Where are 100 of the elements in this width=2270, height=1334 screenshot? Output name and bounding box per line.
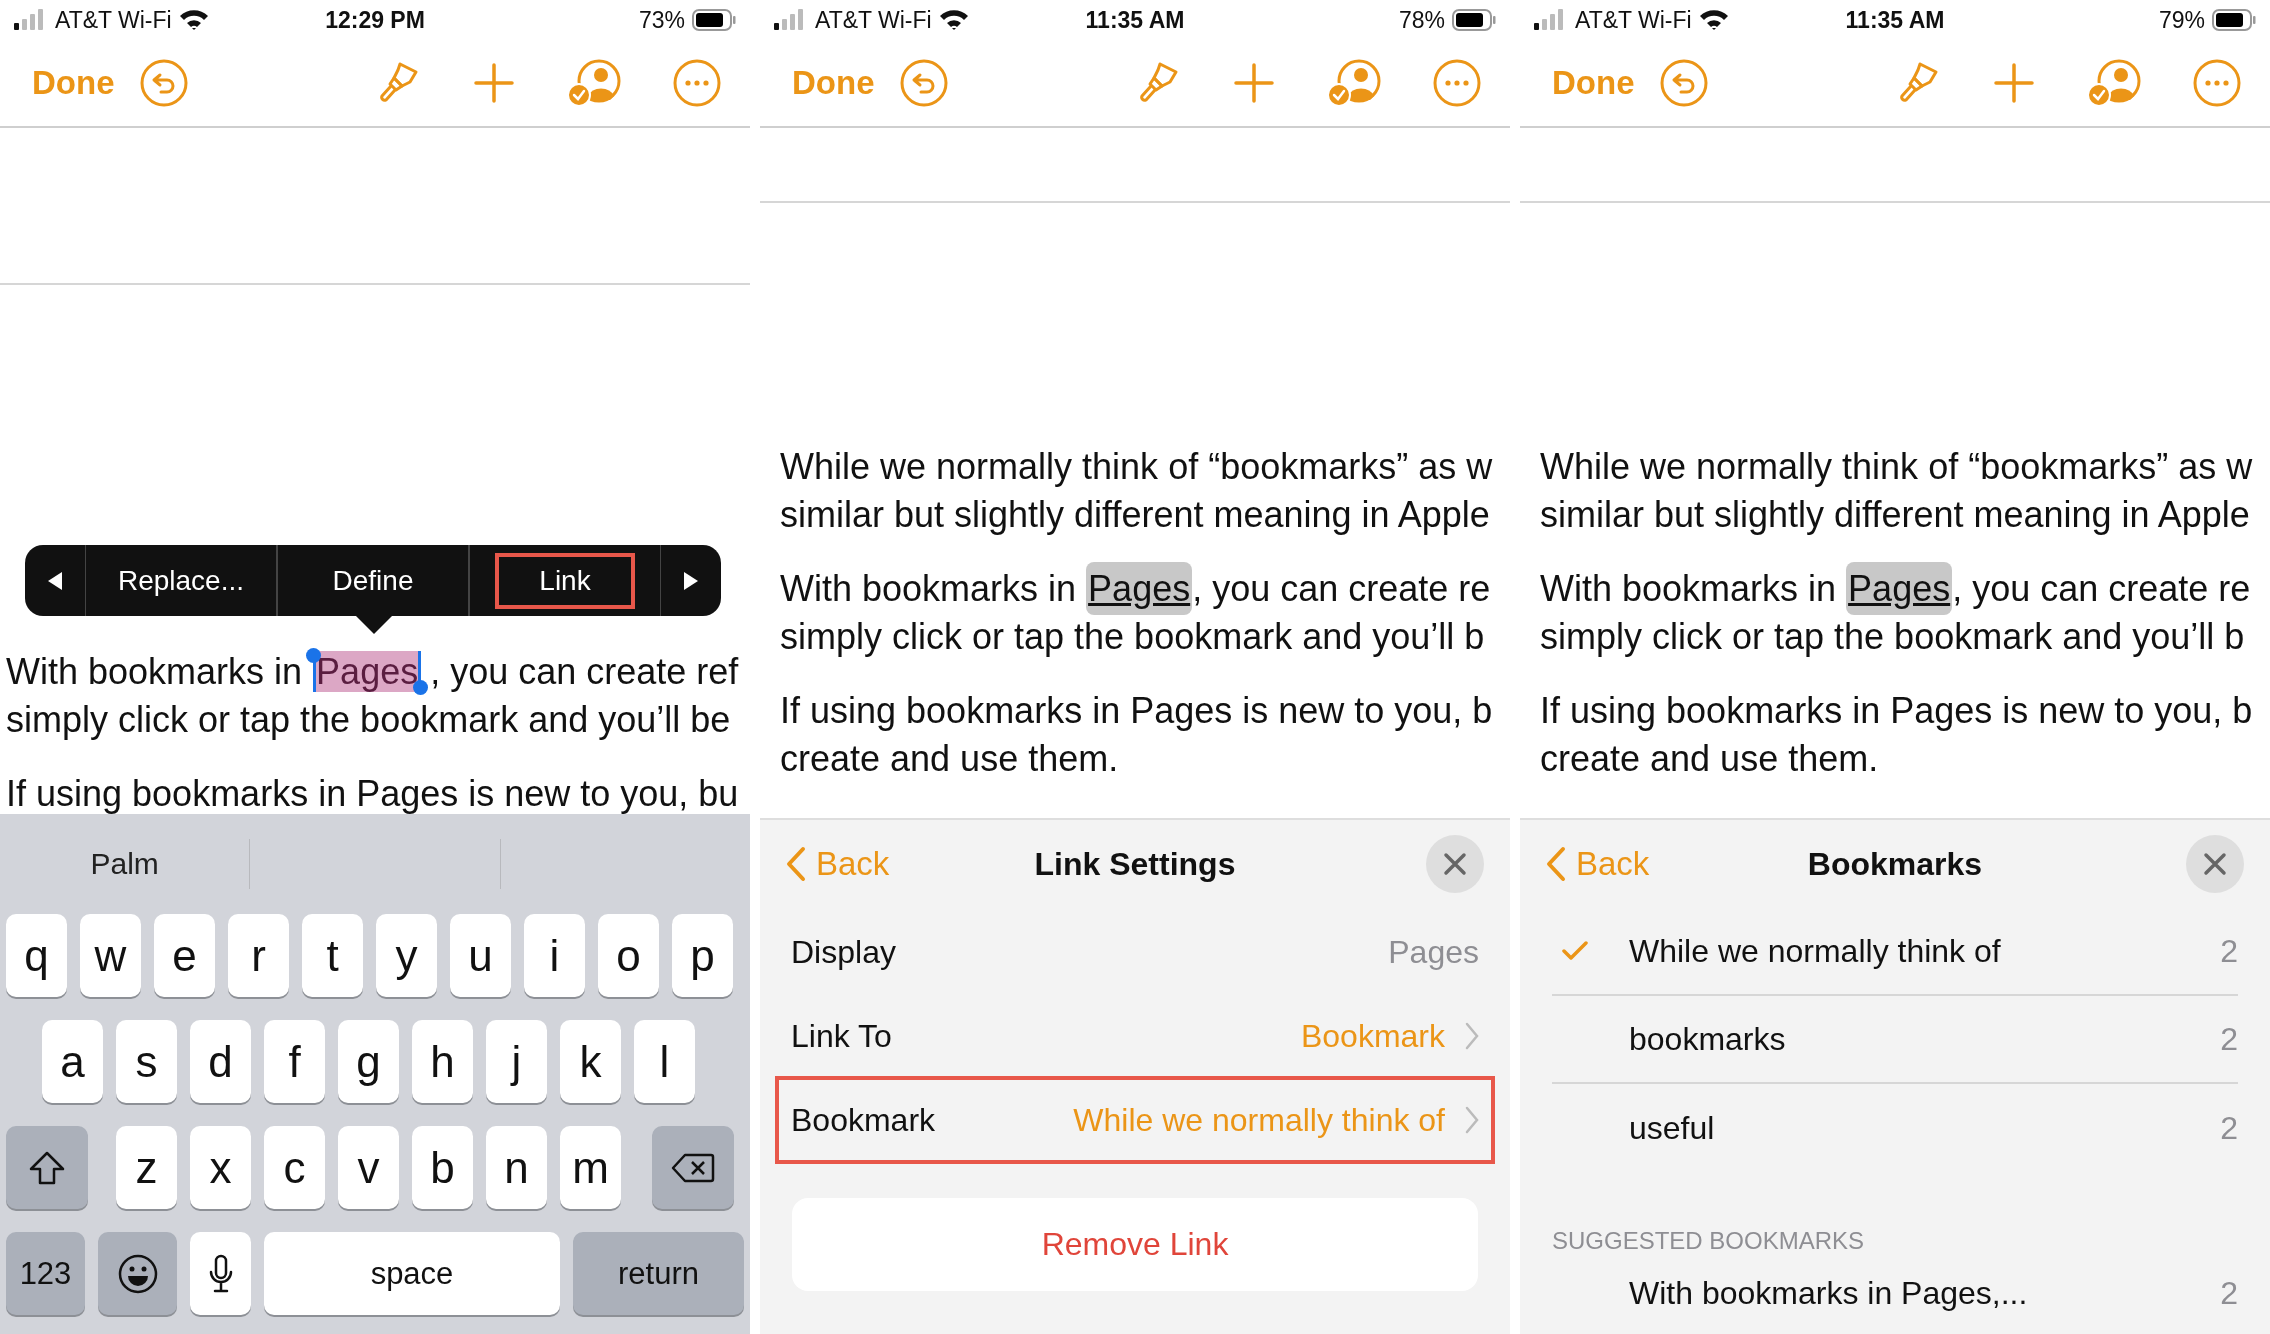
- key[interactable]: h: [412, 1020, 473, 1103]
- more-button[interactable]: [672, 58, 722, 108]
- bookmark-count: 2: [2220, 932, 2238, 970]
- wifi-icon: [178, 9, 209, 31]
- menu-item[interactable]: Define: [318, 554, 428, 607]
- plus-icon: [1992, 61, 2036, 105]
- key[interactable]: q: [6, 914, 67, 997]
- chevron-right-icon: [1465, 1106, 1479, 1134]
- key[interactable]: w: [80, 914, 141, 997]
- key[interactable]: k: [560, 1020, 621, 1103]
- right-triangle-icon: [683, 570, 699, 591]
- smiley-icon: [117, 1253, 158, 1294]
- chevron-right-icon: [1465, 1022, 1479, 1050]
- more-button[interactable]: [2192, 58, 2242, 108]
- key[interactable]: c: [264, 1126, 325, 1209]
- key[interactable]: f: [264, 1020, 325, 1103]
- carrier-name: AT&T Wi-Fi: [1575, 6, 1692, 34]
- key[interactable]: x: [190, 1126, 251, 1209]
- add-button[interactable]: [472, 61, 516, 105]
- undo-button[interactable]: [138, 58, 189, 108]
- shift-icon: [29, 1150, 65, 1185]
- bookmark-name[interactable]: While we normally think of: [1629, 932, 2001, 970]
- space-key[interactable]: space: [264, 1232, 560, 1315]
- emoji-key[interactable]: [98, 1232, 177, 1315]
- setting-label: Display: [791, 933, 896, 971]
- battery-percent: 73%: [638, 6, 685, 34]
- document-line: similar but slightly different meaning in Apple: [780, 493, 1490, 537]
- person-check-icon: [566, 58, 622, 108]
- undo-icon: [898, 58, 949, 108]
- add-button[interactable]: [1232, 61, 1276, 105]
- person-check-icon: [1326, 58, 1382, 108]
- numbers-key[interactable]: 123: [6, 1232, 85, 1315]
- key[interactable]: r: [228, 914, 289, 997]
- suggestion[interactable]: Palm: [90, 847, 159, 881]
- bookmark-count: 2: [2220, 1274, 2238, 1312]
- key[interactable]: d: [190, 1020, 251, 1103]
- key[interactable]: m: [560, 1126, 621, 1209]
- key[interactable]: o: [598, 914, 659, 997]
- key[interactable]: b: [412, 1126, 473, 1209]
- wifi-icon: [1698, 9, 1729, 31]
- dictation-key[interactable]: [190, 1232, 251, 1315]
- setting-label: Link To: [791, 1017, 892, 1055]
- battery-percent: 78%: [1398, 6, 1445, 34]
- delete-key[interactable]: [652, 1126, 734, 1209]
- bookmark-count: 2: [2220, 1020, 2238, 1058]
- document-line: create and use them.: [780, 737, 1119, 781]
- shift-key[interactable]: [6, 1126, 88, 1209]
- key[interactable]: g: [338, 1020, 399, 1103]
- carrier-name: AT&T Wi-Fi: [815, 6, 932, 34]
- chevron-left-icon: [1546, 846, 1566, 882]
- setting-label: Bookmark: [791, 1101, 936, 1139]
- document-line: While we normally think of “bookmarks” as w: [780, 445, 1493, 489]
- more-button[interactable]: [1432, 58, 1482, 108]
- key[interactable]: v: [338, 1126, 399, 1209]
- undo-button[interactable]: [898, 58, 949, 108]
- key[interactable]: t: [302, 914, 363, 997]
- battery-icon: [2212, 9, 2256, 31]
- document-line: With bookmarks in Pages, you can create re: [780, 565, 1491, 613]
- section-header: SUGGESTED BOOKMARKS: [1552, 1227, 1866, 1255]
- microphone-icon: [207, 1253, 234, 1294]
- add-button[interactable]: [1992, 61, 2036, 105]
- key[interactable]: s: [116, 1020, 177, 1103]
- document-line: create and use them.: [1540, 737, 1879, 781]
- chevron-left-icon: [786, 846, 806, 882]
- undo-button[interactable]: [1658, 58, 1709, 108]
- sheet-title: Link Settings: [1034, 845, 1236, 883]
- document-line: With bookmarks in Pages , you can create ref: [6, 648, 739, 696]
- plus-icon: [472, 61, 516, 105]
- bookmark-name[interactable]: With bookmarks in Pages,...: [1629, 1274, 2028, 1312]
- more-icon: [1432, 58, 1482, 108]
- menu-item[interactable]: Replace...: [103, 554, 259, 607]
- key[interactable]: y: [376, 914, 437, 997]
- key[interactable]: u: [450, 914, 511, 997]
- collaborate-button[interactable]: [2086, 58, 2142, 108]
- key[interactable]: i: [524, 914, 585, 997]
- document-line: simply click or tap the bookmark and you’ll be: [6, 698, 731, 742]
- collaborate-button[interactable]: [566, 58, 622, 108]
- key[interactable]: l: [634, 1020, 695, 1103]
- bookmark-name[interactable]: bookmarks: [1629, 1020, 1786, 1058]
- left-triangle-icon: [47, 570, 63, 591]
- wifi-icon: [938, 9, 969, 31]
- key[interactable]: n: [486, 1126, 547, 1209]
- collaborate-button[interactable]: [1326, 58, 1382, 108]
- return-key[interactable]: return: [573, 1232, 744, 1315]
- key[interactable]: j: [486, 1020, 547, 1103]
- key[interactable]: p: [672, 914, 733, 997]
- document-line: With bookmarks in Pages, you can create re: [1540, 565, 2251, 613]
- sheet-title: Bookmarks: [1807, 845, 1983, 883]
- document-line: simply click or tap the bookmark and you’ll b: [1540, 615, 2245, 659]
- close-icon: [2203, 852, 2227, 876]
- bookmark-count: 2: [2220, 1109, 2238, 1147]
- menu-item[interactable]: Link: [495, 552, 635, 609]
- undo-icon: [138, 58, 189, 108]
- key[interactable]: z: [116, 1126, 177, 1209]
- bookmark-name[interactable]: useful: [1629, 1109, 1715, 1147]
- key[interactable]: a: [42, 1020, 103, 1103]
- key[interactable]: e: [154, 914, 215, 997]
- more-icon: [672, 58, 722, 108]
- document-line: While we normally think of “bookmarks” as w: [1540, 445, 2253, 489]
- remove-link-button[interactable]: Remove Link: [792, 1198, 1478, 1291]
